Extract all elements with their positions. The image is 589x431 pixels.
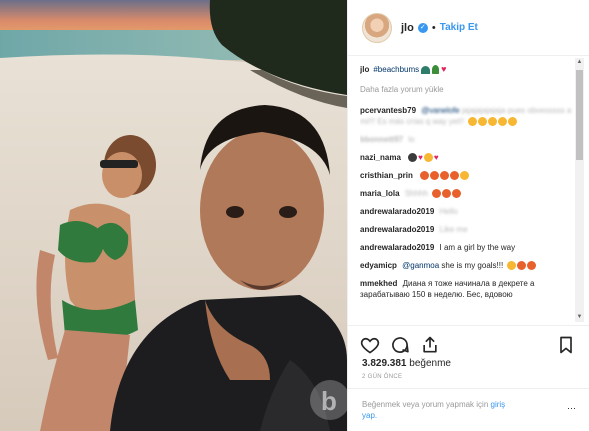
verified-icon: ✓ [417, 22, 428, 33]
comment-username[interactable]: cristhian_prin [360, 171, 413, 180]
follow-button[interactable]: Takip Et [440, 22, 478, 33]
bookmark-icon[interactable] [556, 335, 576, 355]
login-prompt-text: Beğenmek veya yorum yapmak için [362, 400, 489, 409]
login-link[interactable]: giriş [491, 400, 506, 409]
post-header: jlo ✓ • Takip Et [348, 0, 589, 56]
load-more-comments[interactable]: Daha fazla yorum yükle [360, 84, 574, 95]
comment-item: nazi_nama ♥ ♥ [360, 152, 574, 163]
comment-text: I am a girl by the way [439, 243, 516, 252]
laughing-emoji-icon [432, 188, 462, 199]
more-icon[interactable]: ⋯ [567, 403, 576, 414]
laughing-emoji-icon [420, 170, 470, 181]
comment-item: edyamicp @ganmoa she is my goals!!! [360, 260, 574, 271]
comment-item: bbonnett97 lo [360, 134, 574, 145]
scroll-down-icon[interactable]: ▼ [575, 313, 584, 322]
scrollbar-thumb[interactable] [576, 70, 583, 160]
laughing-emoji-icon [507, 260, 537, 271]
comment-icon[interactable] [390, 335, 410, 355]
comment-username[interactable]: edyamicp [360, 261, 397, 270]
login-link-continued[interactable]: yap. [362, 411, 377, 420]
comments-scrollbar[interactable]: ▲ ▼ [575, 58, 584, 322]
comment-username[interactable]: nazi_nama [360, 153, 401, 162]
comment-item: mmekhed Диана я тоже начинала в декрете … [360, 278, 574, 300]
comment-item: pcervantesb79 @vanelofe jajajajajajaja p… [360, 105, 574, 127]
login-prompt: Beğenmek veya yorum yapmak için giriş ya… [348, 388, 589, 431]
emoji-icons: ♥ ♥ [408, 152, 440, 163]
comment-text: lo [408, 135, 415, 144]
comment-username[interactable]: mmekhed [360, 279, 397, 288]
caption-hashtag[interactable]: #beachbums [373, 64, 419, 75]
comment-text: Shhhh [404, 189, 428, 198]
post-timestamp: 2 GÜN ÖNCE [362, 374, 403, 380]
laughing-emoji-icon [468, 116, 518, 127]
avatar[interactable] [362, 12, 392, 43]
likes-label: beğenme [409, 358, 451, 369]
heart-emoji-icon: ♥ [441, 64, 447, 74]
comment-item: cristhian_prin [360, 170, 574, 181]
share-icon[interactable] [420, 335, 440, 355]
comment-item: andrewalarado2019 Like me [360, 224, 574, 235]
comments-list: jlo #beachbums ♥ Daha fazla yorum yükle … [360, 64, 574, 322]
comment-username[interactable]: andrewalarado2019 [360, 225, 434, 234]
comment-mention[interactable]: @vanelofe [421, 106, 459, 115]
comment-text: she is my goals!!! [441, 261, 504, 270]
comment-username[interactable]: bbonnett97 [360, 135, 403, 144]
svg-text:b: b [321, 386, 337, 416]
username[interactable]: jlo [401, 22, 414, 34]
likes-number: 3.829.381 [362, 358, 407, 369]
scroll-up-icon[interactable]: ▲ [575, 58, 584, 67]
post-photo: b [0, 0, 347, 431]
post-side-panel: jlo ✓ • Takip Et jlo #beachbums ♥ Daha f… [347, 0, 589, 431]
separator-dot: • [431, 21, 436, 34]
comment-item: andrewalarado2019 Hello [360, 206, 574, 217]
comment-mention[interactable]: @ganmoa [402, 261, 439, 270]
comment-item: maria_lola Shhhh [360, 188, 574, 199]
post-caption: jlo #beachbums ♥ [360, 64, 574, 75]
comment-username[interactable]: andrewalarado2019 [360, 207, 434, 216]
palm-tree-icon [432, 65, 440, 74]
comment-username[interactable]: andrewalarado2019 [360, 243, 434, 252]
comment-username[interactable]: pcervantesb79 [360, 106, 416, 115]
beach-selfie-image: b [0, 0, 347, 431]
comment-text: Like me [439, 225, 468, 234]
comment-text: Hello [439, 207, 458, 216]
umbrella-icon [421, 65, 431, 74]
heart-icon[interactable] [360, 335, 380, 355]
likes-count[interactable]: 3.829.381 beğenme [362, 358, 451, 369]
comment-item: andrewalarado2019 I am a girl by the way [360, 242, 574, 253]
caption-username[interactable]: jlo [360, 64, 369, 75]
comment-username[interactable]: maria_lola [360, 189, 400, 198]
